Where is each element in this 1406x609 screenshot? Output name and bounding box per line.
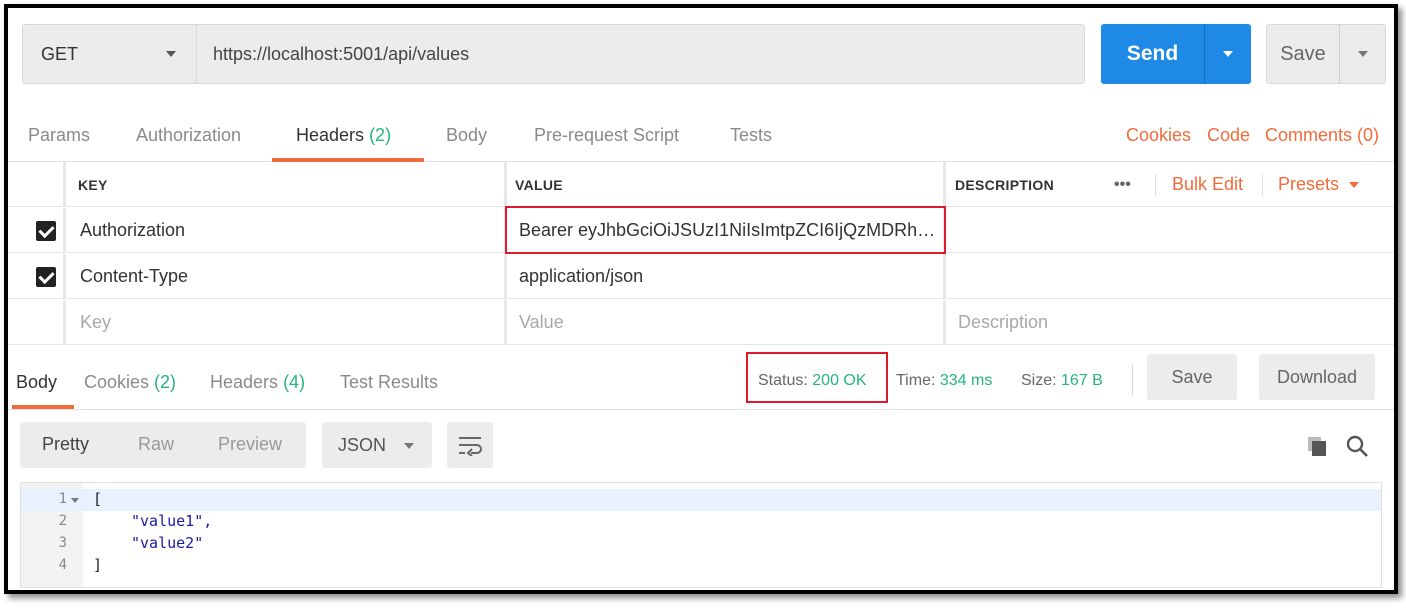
new-key-input[interactable]: Key	[80, 300, 111, 345]
cookies-link[interactable]: Cookies	[1126, 125, 1191, 146]
copy-icon[interactable]	[1305, 434, 1329, 458]
url-text: https://localhost:5001/api/values	[213, 43, 470, 64]
presets-dropdown[interactable]: Presets	[1278, 162, 1360, 207]
highlight-box-token	[505, 206, 946, 254]
time-label: Time:	[896, 372, 936, 389]
tab-cookies-count: (2)	[154, 372, 177, 392]
code-line: 1 [	[21, 489, 1381, 511]
comments-link[interactable]: Comments (0)	[1265, 125, 1379, 146]
send-dropdown[interactable]	[1205, 51, 1251, 57]
header-value-cell[interactable]: application/json	[519, 254, 643, 299]
tab-response-cookies[interactable]: Cookies (2)	[84, 372, 176, 393]
chevron-down-icon	[166, 51, 176, 57]
tab-params[interactable]: Params	[28, 125, 90, 146]
url-input[interactable]: https://localhost:5001/api/values	[197, 24, 1085, 84]
save-dropdown[interactable]	[1340, 51, 1385, 57]
line-number: 4	[58, 557, 67, 573]
format-dropdown[interactable]: JSON	[322, 422, 432, 468]
request-tabs: Params Authorization Headers (2) Body Pr…	[8, 108, 1394, 162]
tab-response-body[interactable]: Body	[16, 372, 57, 393]
header-key-cell[interactable]: Content-Type	[80, 254, 188, 299]
fold-arrow-icon[interactable]	[71, 498, 79, 503]
wrap-lines-button[interactable]	[447, 422, 493, 468]
code-text: "value2"	[131, 534, 204, 552]
wrap-lines-icon	[459, 437, 482, 456]
tab-test-results[interactable]: Test Results	[340, 372, 438, 393]
presets-label: Presets	[1278, 174, 1340, 194]
raw-button[interactable]: Raw	[138, 434, 174, 455]
tab-headers-count: (2)	[369, 125, 392, 145]
code-text: "value1",	[131, 512, 213, 530]
column-description: DESCRIPTION	[955, 176, 1054, 193]
pretty-button[interactable]: Pretty	[42, 434, 89, 455]
send-label: Send	[1126, 42, 1179, 65]
tab-resp-headers-label: Headers	[210, 372, 279, 392]
table-header-row: KEY VALUE DESCRIPTION ••• Bulk Edit Pres…	[8, 162, 1394, 207]
chevron-down-icon	[1223, 51, 1233, 57]
tab-headers[interactable]: Headers (2)	[296, 125, 391, 146]
code-line: 2 "value1",	[21, 511, 1381, 533]
size-readout: Size: 167 B	[1021, 372, 1103, 390]
view-mode-segment: Pretty Raw Preview	[20, 422, 306, 468]
header-enabled-checkbox[interactable]	[36, 254, 56, 299]
tab-response-headers[interactable]: Headers (4)	[210, 372, 305, 393]
preview-button[interactable]: Preview	[218, 434, 282, 455]
new-value-input[interactable]: Value	[519, 300, 564, 345]
chevron-down-icon	[1349, 181, 1360, 188]
method-label: GET	[41, 43, 79, 64]
line-number: 3	[58, 535, 67, 551]
postman-window: GET https://localhost:5001/api/values Se…	[4, 4, 1398, 594]
tab-prerequest-script[interactable]: Pre-request Script	[534, 125, 679, 146]
tab-body[interactable]: Body	[446, 125, 487, 146]
size-value: 167 B	[1061, 372, 1103, 389]
column-key: KEY	[78, 176, 108, 193]
code-line: 4 ]	[21, 555, 1381, 577]
search-icon[interactable]	[1345, 434, 1369, 458]
new-description-input[interactable]: Description	[958, 300, 1048, 345]
more-options-icon[interactable]: •••	[1114, 162, 1131, 207]
chevron-down-icon	[404, 443, 414, 449]
tab-authorization[interactable]: Authorization	[136, 125, 241, 146]
send-button[interactable]: Send	[1101, 24, 1251, 84]
code-line: 3 "value2"	[21, 533, 1381, 555]
bulk-edit-link[interactable]: Bulk Edit	[1172, 162, 1243, 207]
time-value: 334 ms	[939, 372, 993, 389]
code-link[interactable]: Code	[1207, 125, 1250, 146]
download-button[interactable]: Download	[1259, 354, 1375, 400]
active-tab-indicator	[12, 405, 74, 409]
response-body-editor[interactable]: 1 [ 2 "value1", 3 "value2" 4 ]	[20, 482, 1382, 588]
table-row-new: Key Value Description	[8, 300, 1394, 345]
code-text: ]	[93, 556, 103, 574]
save-response-button[interactable]: Save	[1147, 354, 1237, 400]
tab-tests[interactable]: Tests	[730, 125, 772, 146]
size-label: Size:	[1021, 372, 1057, 389]
header-enabled-checkbox[interactable]	[36, 208, 56, 253]
method-select[interactable]: GET	[22, 24, 197, 84]
line-number: 2	[58, 513, 67, 529]
request-bar: GET https://localhost:5001/api/values Se…	[22, 24, 1386, 84]
format-label: JSON	[338, 434, 387, 455]
save-request-button[interactable]: Save	[1266, 24, 1386, 84]
tab-resp-headers-count: (4)	[283, 372, 306, 392]
code-text: [	[93, 490, 103, 508]
tab-cookies-label: Cookies	[84, 372, 150, 392]
save-label: Save	[1280, 42, 1326, 65]
checkbox-checked-icon	[36, 220, 56, 241]
column-value: VALUE	[515, 176, 563, 193]
line-number: 1	[58, 491, 67, 507]
time-readout: Time: 334 ms	[896, 372, 992, 390]
table-row: Content-Type application/json	[8, 254, 1394, 299]
chevron-down-icon	[1357, 51, 1368, 57]
tab-headers-label: Headers	[296, 125, 365, 145]
highlight-box-status	[746, 352, 888, 403]
response-tabs: Body Cookies (2) Headers (4) Test Result…	[8, 344, 1394, 410]
header-key-cell[interactable]: Authorization	[80, 208, 185, 253]
checkbox-checked-icon	[36, 266, 56, 287]
